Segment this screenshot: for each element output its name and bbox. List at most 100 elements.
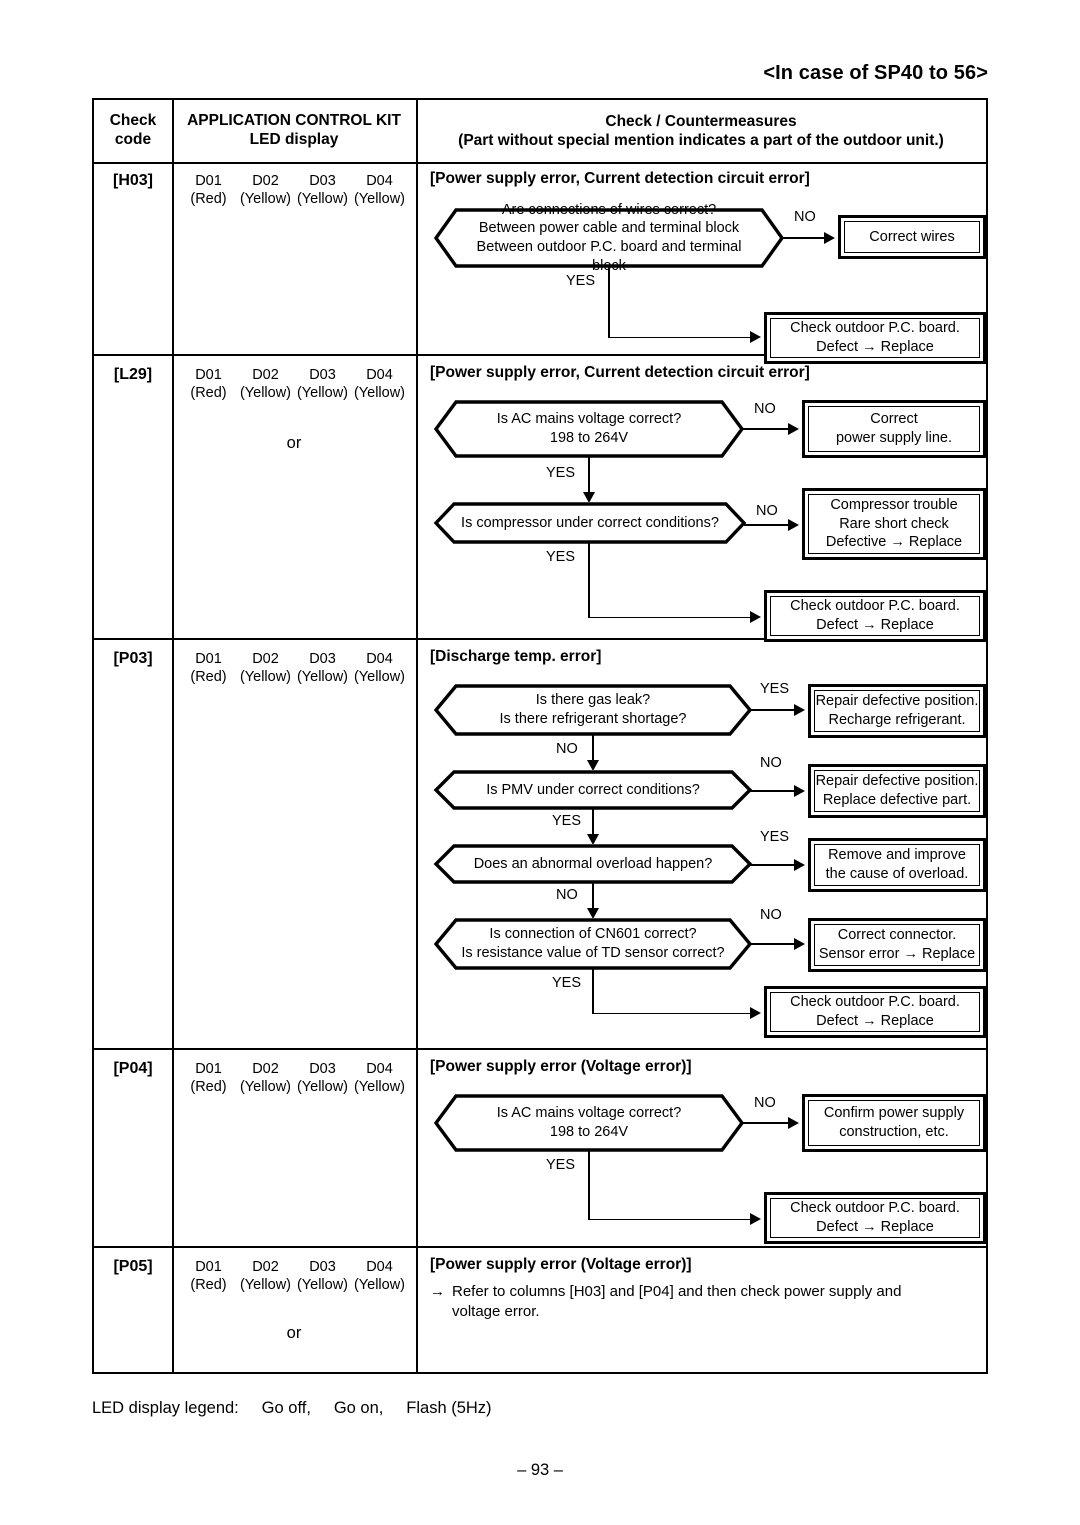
- led-name-d03: D03: [309, 173, 336, 189]
- action-line: Correct connector.: [837, 927, 957, 944]
- action-p03-replace-part-text: Repair defective position. Replace defec…: [814, 770, 980, 812]
- led-display-h03: D01 D02 D03 D04 (Red) (Yellow) (Yellow) …: [172, 172, 416, 208]
- decision-p03-gas-leak: Is there gas leak? Is there refrigerant …: [433, 684, 753, 736]
- action-p03-recharge-text: Repair defective position. Recharge refr…: [814, 690, 980, 732]
- action-line: Replace defective part.: [822, 792, 972, 808]
- led-color-d02: (Yellow): [239, 1277, 292, 1294]
- reference-note-p05: → Refer to columns [H03] and [P04] and t…: [430, 1282, 970, 1323]
- arrow-right-icon: [794, 784, 805, 797]
- action-line: Check outdoor P.C. board.: [790, 994, 960, 1011]
- led-display-p03: D01 D02 D03 D04 (Red) (Yellow) (Yellow) …: [172, 650, 416, 686]
- header-countermeasures: Check / Countermeasures (Part without sp…: [416, 100, 986, 162]
- action-line: Defect → Replace: [816, 1013, 934, 1029]
- action-line: Sensor error → Replace: [818, 946, 976, 962]
- arrow-right-icon: [788, 518, 799, 531]
- action-l29-check-pcb-text: Check outdoor P.C. board. Defect → Repla…: [770, 596, 980, 636]
- connector-line: [608, 266, 610, 338]
- branch-label-no: NO: [754, 401, 776, 417]
- connector-line: [750, 864, 800, 866]
- connector-line: [750, 790, 800, 792]
- branch-label-yes: YES: [566, 273, 596, 289]
- led-name-d03: D03: [309, 1061, 336, 1077]
- led-name-row: D01 D02 D03 D04: [172, 650, 416, 668]
- led-name-d01: D01: [195, 1061, 222, 1077]
- arrow-right-icon: [750, 611, 761, 623]
- connector-line: [588, 616, 756, 619]
- decision-l29-compressor-text: Is compressor under correct conditions?: [434, 514, 746, 533]
- decision-p03-pmv: Is PMV under correct conditions?: [433, 770, 753, 810]
- branch-label-no: NO: [556, 741, 578, 757]
- decision-p03-pmv-text: Is PMV under correct conditions?: [434, 781, 752, 800]
- led-color-d03: (Yellow): [296, 669, 349, 686]
- action-p03-correct-connector: Correct connector. Sensor error → Replac…: [808, 918, 986, 972]
- led-name-row: D01 D02 D03 D04: [172, 1060, 416, 1078]
- branch-label-yes: YES: [760, 829, 790, 845]
- decision-l29-compressor: Is compressor under correct conditions?: [433, 502, 747, 544]
- branch-label-yes: YES: [546, 549, 576, 565]
- action-line: Check outdoor P.C. board.: [790, 598, 960, 615]
- action-h03-correct-wires: Correct wires: [838, 215, 986, 259]
- check-code-p05: [P05]: [113, 1258, 153, 1275]
- error-title-l29: [Power supply error, Current detection c…: [430, 364, 810, 381]
- connector-line: [742, 428, 794, 430]
- action-p04-confirm-supply-text: Confirm power supply construction, etc.: [808, 1100, 980, 1146]
- decision-line: Is connection of CN601 correct?: [489, 926, 697, 943]
- action-h03-check-pcb-text: Check outdoor P.C. board. Defect → Repla…: [770, 318, 980, 358]
- led-color-d01: (Red): [190, 1079, 227, 1096]
- connector-line: [782, 237, 830, 239]
- led-name-d04: D04: [366, 1061, 393, 1077]
- led-display-l29: D01 D02 D03 D04 (Red) (Yellow) (Yellow) …: [172, 366, 416, 453]
- branch-label-yes: YES: [546, 1157, 576, 1173]
- decision-line: 198 to 264V: [549, 430, 629, 446]
- decision-l29-voltage-text: Is AC mains voltage correct? 198 to 264V: [434, 410, 744, 447]
- decision-p03-overload-text: Does an abnormal overload happen?: [434, 855, 752, 874]
- action-line: Repair defective position.: [815, 693, 979, 710]
- table-row: [P03] D01 D02 D03 D04 (Red) (Yellow) (Ye…: [94, 638, 986, 1048]
- led-display-legend: LED display legend: Go off, Go on, Flash…: [92, 1399, 492, 1417]
- page-number: – 93 –: [517, 1461, 563, 1479]
- connector-line: [744, 524, 794, 526]
- action-l29-correct-supply: Correct power supply line.: [802, 400, 986, 458]
- led-name-d03: D03: [309, 651, 336, 667]
- error-title-p03: [Discharge temp. error]: [430, 648, 602, 665]
- action-line: the cause of overload.: [825, 866, 969, 882]
- connector-line: [592, 968, 594, 1014]
- action-line: Compressor trouble: [830, 497, 958, 514]
- decision-line: Is compressor under correct conditions?: [461, 514, 719, 531]
- led-color-row: (Red) (Yellow) (Yellow) (Yellow): [172, 1276, 416, 1294]
- table-row: [L29] D01 D02 D03 D04 (Red) (Yellow) (Ye…: [94, 354, 986, 642]
- led-name-d04: D04: [366, 173, 393, 189]
- decision-h03-wires: Are connections of wires correct? Betwee…: [433, 202, 785, 274]
- led-name-d02: D02: [252, 1061, 279, 1077]
- action-line: Repair defective position.: [815, 773, 979, 790]
- decision-line: Between outdoor P.C. board and terminal …: [476, 239, 742, 274]
- action-line: Defect → Replace: [816, 1219, 934, 1235]
- led-name-d03: D03: [309, 367, 336, 383]
- led-color-d04: (Yellow): [353, 1079, 406, 1096]
- led-color-d04: (Yellow): [353, 1277, 406, 1294]
- connector-line: [608, 336, 756, 339]
- branch-label-no: NO: [756, 503, 778, 519]
- decision-line: Is AC mains voltage correct?: [496, 1105, 682, 1122]
- led-name-row: D01 D02 D03 D04: [172, 366, 416, 384]
- action-line: Check outdoor P.C. board.: [790, 320, 960, 337]
- led-name-d04: D04: [366, 1259, 393, 1275]
- led-color-d04: (Yellow): [353, 191, 406, 208]
- action-l29-compressor-trouble: Compressor trouble Rare short check Defe…: [802, 488, 986, 560]
- action-p03-replace-part: Repair defective position. Replace defec…: [808, 764, 986, 818]
- led-color-d02: (Yellow): [239, 669, 292, 686]
- decision-line: 198 to 264V: [549, 1124, 629, 1140]
- action-line: construction, etc.: [839, 1124, 949, 1140]
- action-line: Confirm power supply: [823, 1105, 965, 1122]
- check-code-h03: [H03]: [112, 172, 153, 189]
- led-color-d01: (Red): [190, 1277, 227, 1294]
- action-line: Recharge refrigerant.: [828, 712, 966, 728]
- action-p03-remove-overload: Remove and improve the cause of overload…: [808, 838, 986, 892]
- led-color-row: (Red) (Yellow) (Yellow) (Yellow): [172, 190, 416, 208]
- led-name-d04: D04: [366, 651, 393, 667]
- table-row: [P05] D01 D02 D03 D04 (Red) (Yellow) (Ye…: [94, 1246, 986, 1372]
- check-code-p03: [P03]: [113, 650, 153, 667]
- led-color-d03: (Yellow): [296, 1079, 349, 1096]
- arrow-right-icon: [794, 858, 805, 871]
- led-name-d01: D01: [195, 173, 222, 189]
